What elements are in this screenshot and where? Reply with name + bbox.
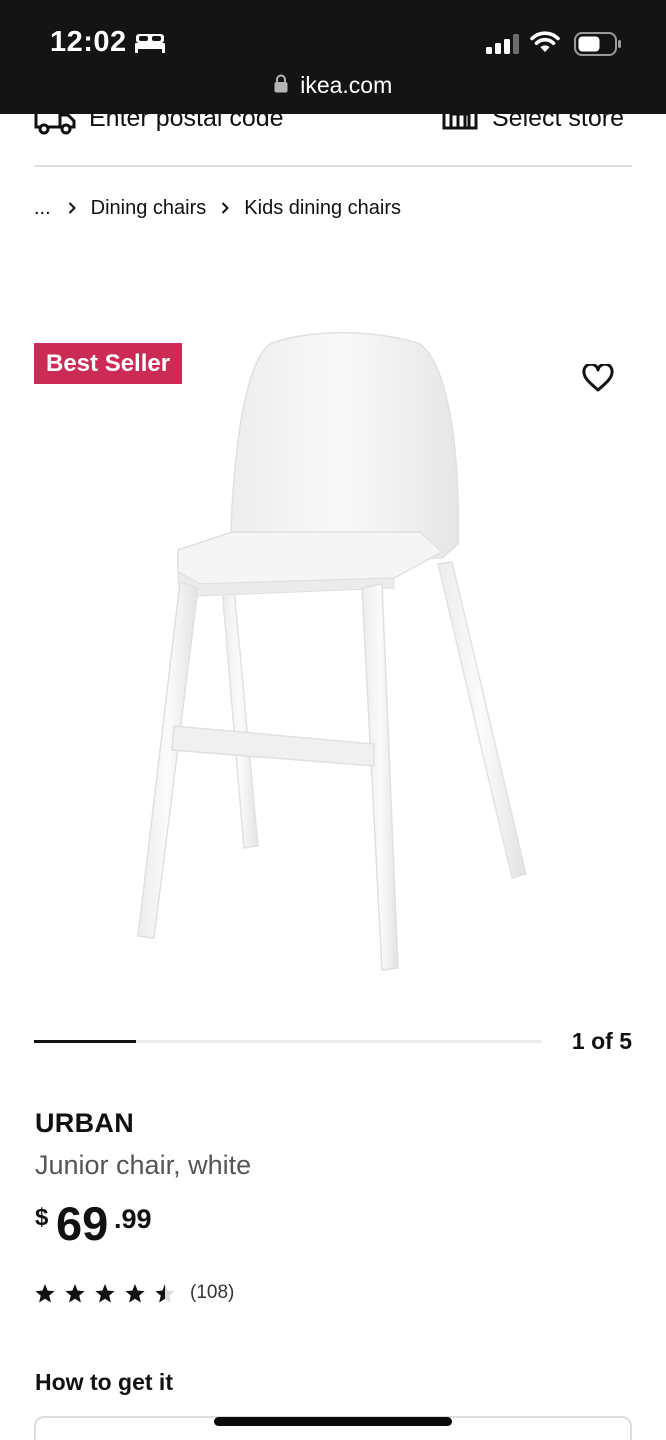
wifi-icon — [530, 31, 560, 52]
status-time: 12:02 — [50, 26, 127, 58]
product-description: Junior chair, white — [35, 1150, 252, 1180]
best-seller-badge: Best Seller — [34, 343, 183, 384]
postal-code-label: Enter postal code — [89, 114, 284, 132]
breadcrumb: ... Dining chairs Kids dining chairs — [34, 193, 401, 223]
home-indicator — [214, 1417, 452, 1426]
heart-outline-icon — [582, 364, 614, 392]
select-store-label: Select store — [492, 114, 625, 132]
star-filled-icon — [35, 1283, 55, 1302]
price-currency: $ — [35, 1204, 49, 1231]
breadcrumb-kids-dining-chairs[interactable]: Kids dining chairs — [244, 197, 401, 220]
image-carousel-progress[interactable] — [34, 1040, 542, 1043]
lock-icon — [274, 74, 288, 93]
bed-icon — [135, 34, 165, 53]
status-bar: 12:02 ikea.com — [0, 0, 666, 114]
review-count: (108) — [190, 1282, 235, 1303]
breadcrumb-ellipsis[interactable]: ... — [34, 197, 51, 220]
delivery-truck-icon — [34, 114, 76, 135]
select-store-button[interactable]: Select store — [442, 114, 632, 140]
product-image[interactable] — [130, 326, 540, 976]
rating-stars — [34, 1283, 176, 1304]
address-bar[interactable]: ikea.com — [0, 72, 666, 102]
header-divider — [34, 165, 632, 167]
star-half-icon — [155, 1283, 175, 1302]
star-filled-icon — [95, 1283, 115, 1302]
utility-row: Enter postal code Select store — [0, 114, 666, 166]
price-integer: 69 — [56, 1197, 109, 1250]
star-filled-icon — [65, 1283, 85, 1302]
cellular-signal-icon — [486, 34, 519, 54]
product-rating[interactable]: (108) — [34, 1280, 234, 1306]
image-carousel-progress-fill — [34, 1040, 136, 1043]
image-counter: 1 of 5 — [571, 1028, 632, 1054]
battery-icon — [574, 32, 621, 56]
chevron-right-icon — [68, 202, 76, 214]
breadcrumb-dining-chairs[interactable]: Dining chairs — [91, 197, 207, 220]
url-text: ikea.com — [300, 72, 393, 98]
add-to-favourites-button[interactable] — [578, 358, 618, 398]
price-decimal: .99 — [114, 1204, 152, 1234]
chevron-right-icon — [222, 202, 230, 214]
store-icon — [442, 114, 478, 130]
star-filled-icon — [125, 1283, 145, 1302]
how-to-get-it-heading: How to get it — [35, 1369, 173, 1395]
product-name: URBAN — [35, 1108, 134, 1138]
